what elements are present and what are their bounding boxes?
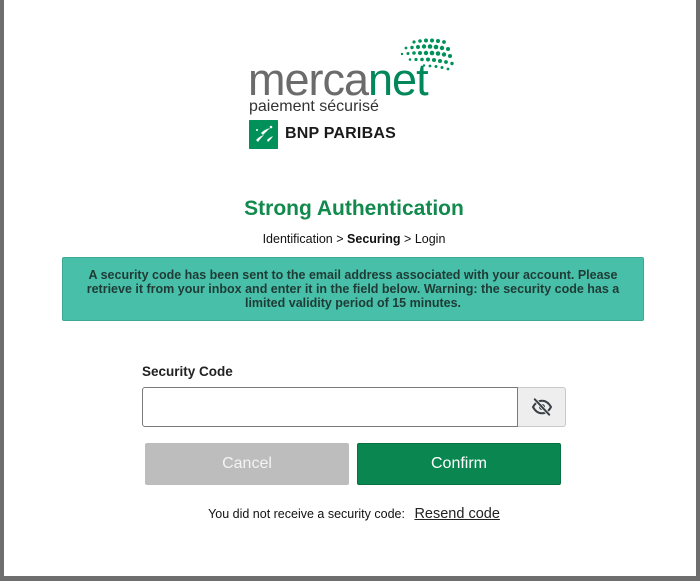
bnp-paribas-logo-icon [249,120,278,149]
breadcrumb-step-login: Login [414,232,446,246]
info-message: A security code has been sent to the ema… [86,268,620,310]
breadcrumb: Identification > Securing > Login [4,232,700,246]
page-title: Strong Authentication [244,197,464,220]
breadcrumb-separator: > [336,232,344,246]
info-banner: A security code has been sent to the ema… [62,257,644,321]
mercanet-logo: mercanet paiement sécurisé BNP PARIBAS [248,36,478,154]
resend-row: You did not receive a security code: Res… [4,506,700,522]
breadcrumb-separator: > [404,232,412,246]
confirm-button[interactable]: Confirm [357,443,561,485]
security-code-input[interactable] [142,387,518,427]
toggle-visibility-button[interactable] [518,387,566,427]
page-frame: mercanet paiement sécurisé BNP PARIBAS S… [0,0,700,581]
resend-code-link[interactable]: Resend code [414,506,499,522]
breadcrumb-step-securing: Securing [347,232,401,246]
eye-slash-icon [531,398,552,416]
brand-tagline: paiement sécurisé [249,98,379,115]
cancel-button[interactable]: Cancel [145,443,349,485]
breadcrumb-step-identification: Identification [262,232,333,246]
bank-name: BNP PARIBAS [285,125,396,142]
brand-wordmark: mercanet [248,56,429,104]
security-code-label: Security Code [142,364,233,379]
resend-prompt: You did not receive a security code: [208,507,405,521]
